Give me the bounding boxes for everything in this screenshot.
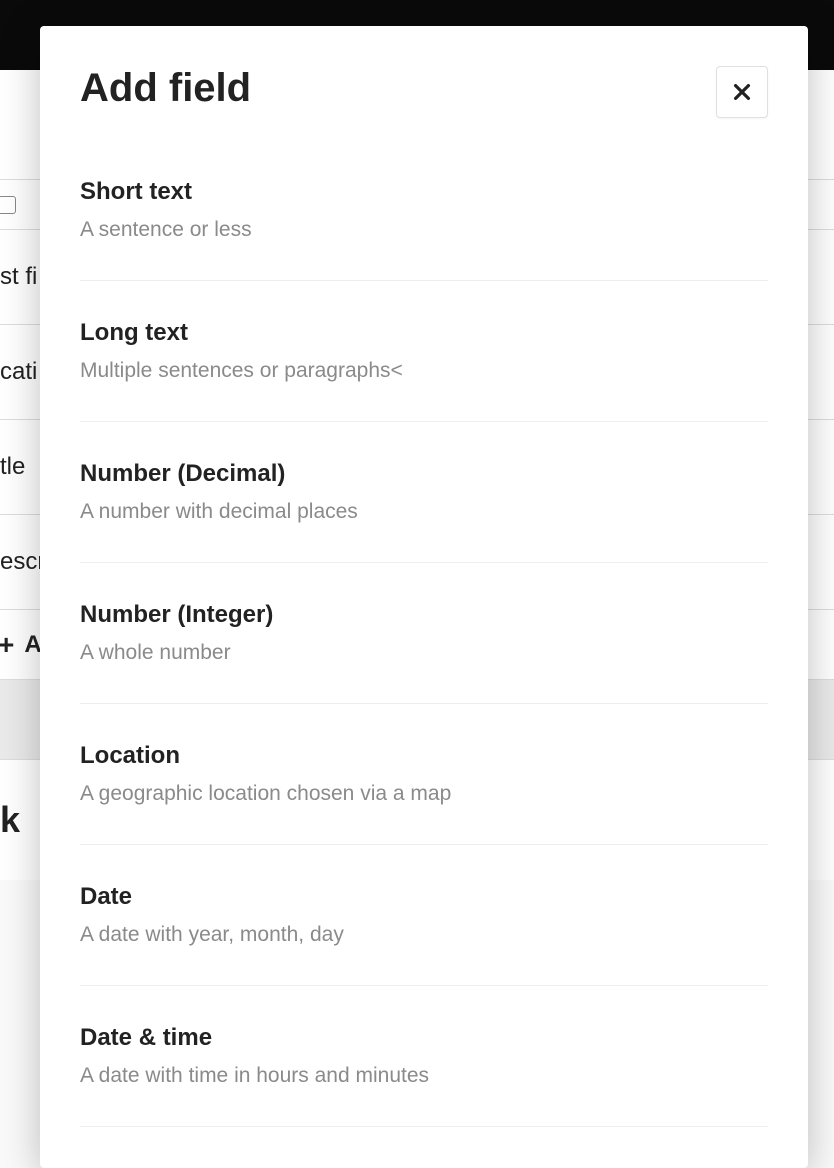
close-button[interactable] bbox=[716, 66, 768, 118]
field-option-short-text[interactable]: Short text A sentence or less bbox=[80, 178, 768, 281]
field-option-desc: A date with time in hours and minutes bbox=[80, 1064, 768, 1088]
plus-icon: + bbox=[0, 629, 14, 661]
field-option-desc: A whole number bbox=[80, 641, 768, 665]
field-option-title: Long text bbox=[80, 319, 768, 347]
field-option-desc: Multiple sentences or paragraphs< bbox=[80, 359, 768, 383]
field-option-date-time[interactable]: Date & time A date with time in hours an… bbox=[80, 986, 768, 1127]
field-option-long-text[interactable]: Long text Multiple sentences or paragrap… bbox=[80, 281, 768, 422]
modal-header: Add field bbox=[80, 66, 768, 118]
field-option-date[interactable]: Date A date with year, month, day bbox=[80, 845, 768, 986]
field-option-title: Short text bbox=[80, 178, 768, 206]
field-option-title: Date bbox=[80, 883, 768, 911]
add-field-modal: Add field Short text A sentence or less … bbox=[40, 26, 808, 1168]
field-option-title: Date & time bbox=[80, 1024, 768, 1052]
field-option-desc: A number with decimal places bbox=[80, 500, 768, 524]
field-type-list: Short text A sentence or less Long text … bbox=[80, 178, 768, 1127]
modal-title: Add field bbox=[80, 66, 251, 111]
close-icon bbox=[731, 81, 753, 103]
field-option-desc: A date with year, month, day bbox=[80, 923, 768, 947]
field-option-number-integer[interactable]: Number (Integer) A whole number bbox=[80, 563, 768, 704]
field-option-number-decimal[interactable]: Number (Decimal) A number with decimal p… bbox=[80, 422, 768, 563]
field-option-title: Location bbox=[80, 742, 768, 770]
field-option-title: Number (Decimal) bbox=[80, 460, 768, 488]
field-option-desc: A geographic location chosen via a map bbox=[80, 782, 768, 806]
field-option-location[interactable]: Location A geographic location chosen vi… bbox=[80, 704, 768, 845]
field-option-desc: A sentence or less bbox=[80, 218, 768, 242]
field-option-title: Number (Integer) bbox=[80, 601, 768, 629]
